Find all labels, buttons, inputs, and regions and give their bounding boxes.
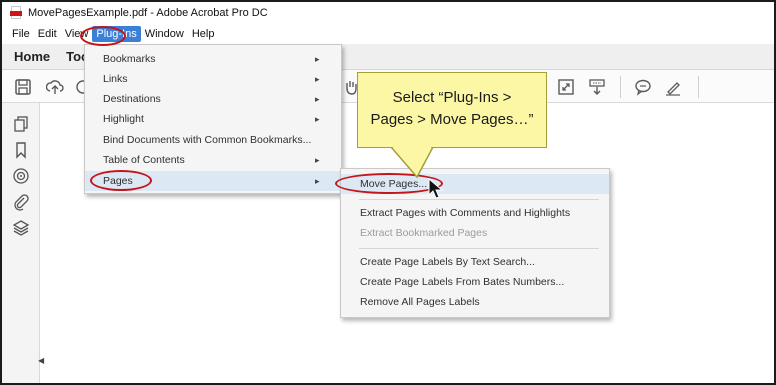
menu-item-remove-page-labels[interactable]: Remove All Pages Labels — [341, 292, 609, 312]
submenu-arrow-icon: ▸ — [315, 176, 320, 186]
mouse-cursor-icon — [428, 178, 444, 199]
pdf-file-icon — [10, 6, 22, 20]
submenu-arrow-icon: ▸ — [315, 94, 320, 104]
save-icon[interactable] — [14, 78, 32, 96]
left-navigation-rail — [2, 103, 40, 383]
upload-icon[interactable] — [45, 78, 64, 96]
callout-line-2: Pages > Move Pages…” — [370, 111, 534, 128]
submenu-arrow-icon: ▸ — [315, 54, 320, 64]
collapse-panel-arrow-icon[interactable]: ◀ — [38, 356, 44, 365]
tab-home[interactable]: Home — [14, 49, 50, 64]
menu-file[interactable]: File — [8, 26, 34, 42]
submenu-arrow-icon: ▸ — [315, 155, 320, 165]
menu-separator — [359, 199, 599, 200]
menu-edit[interactable]: Edit — [34, 26, 61, 42]
fit-page-icon[interactable] — [557, 78, 575, 96]
menu-item-bookmarks[interactable]: Bookmarks — [85, 49, 341, 69]
submenu-arrow-icon: ▸ — [315, 114, 320, 124]
title-bar: MovePagesExample.pdf - Adobe Acrobat Pro… — [2, 2, 774, 24]
menu-separator — [359, 248, 599, 249]
menu-item-page-labels-text-search[interactable]: Create Page Labels By Text Search... — [341, 252, 609, 272]
callout-line-1: Select “Plug-Ins > — [392, 89, 512, 106]
annotation-ring-pages — [90, 170, 152, 191]
menu-item-table-of-contents[interactable]: Table of Contents — [85, 150, 341, 170]
destinations-icon[interactable] — [12, 167, 30, 185]
bookmark-icon[interactable] — [12, 141, 30, 159]
annotation-ring-plug-ins — [80, 26, 126, 46]
attachment-icon[interactable] — [12, 193, 30, 211]
toolbar-divider — [620, 76, 621, 98]
toolbar-divider-2 — [698, 76, 699, 98]
share-icon[interactable] — [74, 78, 84, 96]
menu-item-page-labels-bates[interactable]: Create Page Labels From Bates Numbers... — [341, 272, 609, 292]
menu-help[interactable]: Help — [188, 26, 219, 42]
pen-icon[interactable] — [664, 78, 682, 96]
comment-icon[interactable] — [634, 78, 652, 96]
menu-item-links[interactable]: Links — [85, 69, 341, 89]
menu-item-extract-pages-comments[interactable]: Extract Pages with Comments and Highligh… — [341, 203, 609, 223]
app-window: MovePagesExample.pdf - Adobe Acrobat Pro… — [0, 0, 776, 385]
scroll-mode-icon[interactable] — [588, 78, 606, 96]
menu-item-highlight[interactable]: Highlight — [85, 109, 341, 129]
menu-item-extract-bookmarked-pages: Extract Bookmarked Pages — [360, 227, 488, 239]
menu-item-destinations[interactable]: Destinations — [85, 89, 341, 109]
layers-icon[interactable] — [12, 219, 30, 237]
menu-item-bind-documents[interactable]: Bind Documents with Common Bookmarks... — [85, 130, 341, 150]
pages-thumbnail-icon[interactable] — [12, 115, 30, 133]
submenu-arrow-icon: ▸ — [315, 74, 320, 84]
instruction-callout: Select “Plug-Ins > Pages > Move Pages…” — [357, 72, 547, 148]
menu-window[interactable]: Window — [141, 26, 188, 42]
window-title: MovePagesExample.pdf - Adobe Acrobat Pro… — [28, 7, 268, 19]
callout-pointer — [390, 147, 434, 179]
